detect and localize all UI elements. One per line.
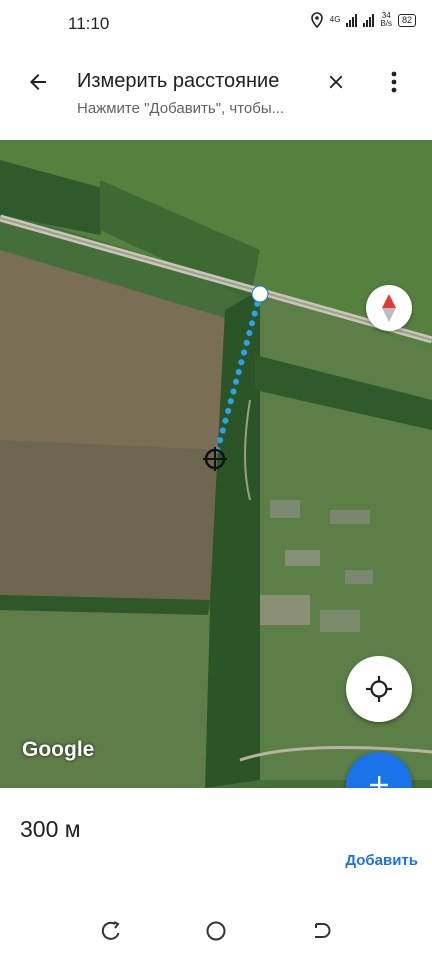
more-vert-icon	[391, 71, 397, 93]
total-distance: 300 м	[20, 816, 81, 842]
system-nav-bar	[0, 900, 432, 960]
compass-button[interactable]	[366, 285, 412, 331]
close-icon	[329, 75, 343, 89]
my-location-button[interactable]	[346, 656, 412, 722]
back-arrow-icon	[30, 74, 46, 90]
location-icon	[310, 12, 323, 28]
compass-icon	[382, 294, 396, 322]
page-title: Измерить расстояние	[77, 70, 280, 92]
status-bar: 11:10 4G 34 B/s 82	[0, 0, 432, 48]
status-icons: 4G 34 B/s 82	[310, 12, 416, 28]
home-icon	[206, 921, 226, 941]
system-back-button[interactable]	[308, 918, 334, 944]
signal-icon-2	[363, 13, 375, 27]
page-subtitle: Нажмите "Добавить", чтобы...	[77, 100, 285, 117]
more-options-button[interactable]	[378, 66, 410, 98]
speed-unit: B/s	[380, 19, 392, 28]
measurement-panel: 300 м Добавить	[0, 788, 432, 886]
close-button[interactable]	[320, 66, 352, 98]
network-type: 4G	[329, 15, 341, 24]
my-location-icon	[366, 676, 392, 702]
status-time: 11:10	[68, 14, 110, 33]
google-logo: Google	[22, 738, 95, 761]
battery-indicator: 82	[397, 13, 416, 27]
home-button[interactable]	[203, 918, 229, 944]
signal-icon	[346, 13, 358, 27]
back-icon	[315, 923, 331, 938]
back-button[interactable]	[22, 66, 54, 98]
app-bar: Измерить расстояние Нажмите "Добавить", …	[0, 48, 432, 140]
recents-button[interactable]	[98, 918, 124, 944]
network-speed: 34 B/s	[380, 12, 392, 28]
recents-icon	[101, 921, 120, 940]
add-link[interactable]: Добавить	[345, 852, 418, 869]
